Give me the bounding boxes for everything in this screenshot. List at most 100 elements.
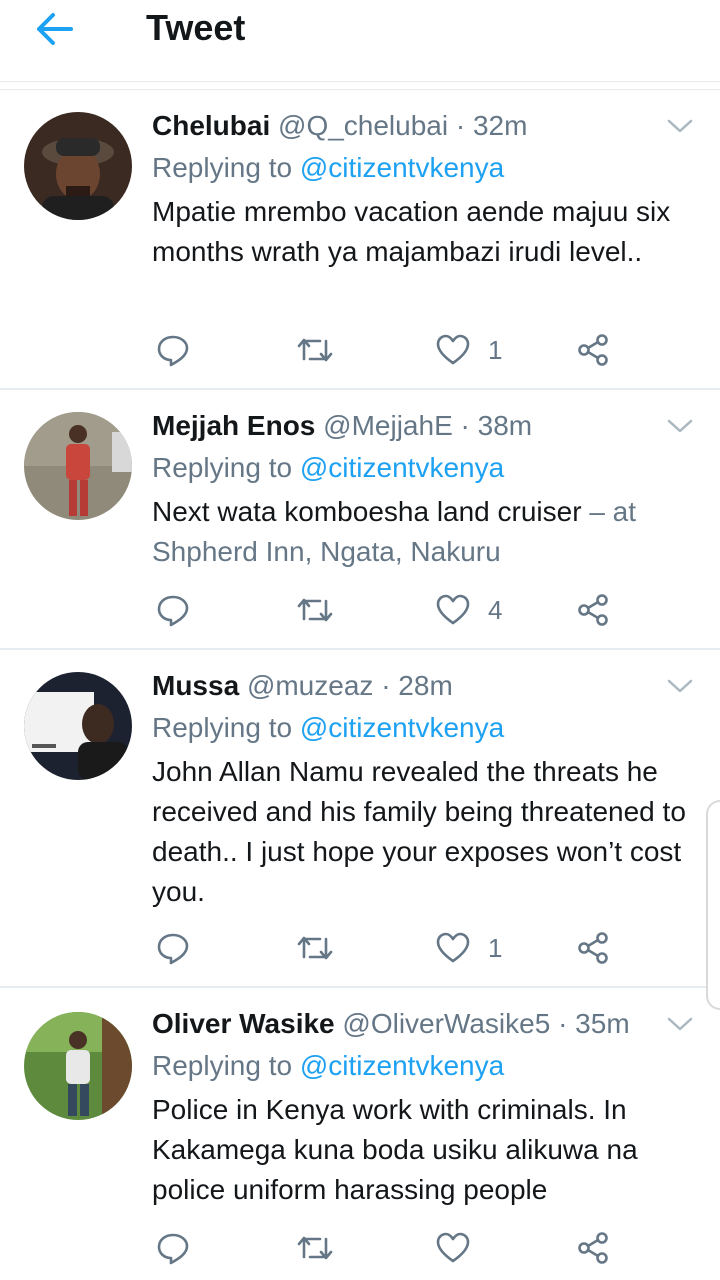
replying-to: Replying to @citizentvkenya <box>152 148 700 188</box>
separator: · <box>460 410 470 441</box>
reply-button[interactable] <box>156 1226 190 1270</box>
tweet-item[interactable]: Mussa @muzeaz · 28m Replying to @citizen… <box>0 650 720 988</box>
avatar[interactable] <box>24 412 132 520</box>
replying-label: Replying to <box>152 152 293 183</box>
tweet-menu-button[interactable] <box>664 670 696 702</box>
retweet-button[interactable] <box>296 926 334 970</box>
share-button[interactable] <box>576 588 610 632</box>
tweet-item[interactable]: Oliver Wasike @OliverWasike5 · 35m Reply… <box>0 988 720 1280</box>
tweet-meta: Mejjah Enos @MejjahE · 38m <box>152 406 680 446</box>
replying-label: Replying to <box>152 1050 293 1081</box>
like-icon <box>436 1232 470 1263</box>
reply-button[interactable] <box>156 328 190 372</box>
separator: · <box>558 1008 568 1039</box>
replying-label: Replying to <box>152 452 293 483</box>
tweet-text-content: Next wata komboesha land cruiser <box>152 496 582 527</box>
reply-mention-link[interactable]: @citizentvkenya <box>300 452 504 483</box>
tweet-menu-button[interactable] <box>664 1008 696 1040</box>
replying-label: Replying to <box>152 712 293 743</box>
tweet-actions: 1 <box>152 328 632 372</box>
like-count: 1 <box>488 932 503 963</box>
timestamp: 32m <box>472 110 528 141</box>
reply-mention-link[interactable]: @citizentvkenya <box>300 712 504 743</box>
reply-icon <box>157 1233 189 1265</box>
tweet-item[interactable]: Mejjah Enos @MejjahE · 38m Replying to @… <box>0 390 720 650</box>
header-divider <box>0 82 720 90</box>
username[interactable]: @MejjahE <box>323 410 453 441</box>
tweet-text-content: John Allan Namu revealed the threats he … <box>152 756 686 907</box>
share-button[interactable] <box>576 1226 610 1270</box>
tweet-menu-button[interactable] <box>664 410 696 442</box>
tweet-text: Next wata komboesha land cruiser – at Sh… <box>152 492 700 572</box>
separator: · <box>455 110 466 141</box>
like-icon <box>436 932 470 963</box>
arrow-left-icon <box>37 13 73 45</box>
tweet-text: Police in Kenya work with criminals. In … <box>152 1090 700 1210</box>
tweet-menu-button[interactable] <box>664 110 696 142</box>
retweet-icon <box>297 598 333 622</box>
chevron-down-icon <box>667 679 693 693</box>
tweet-text: John Allan Namu revealed the threats he … <box>152 752 700 912</box>
chevron-down-icon <box>667 419 693 433</box>
like-button[interactable]: 4 <box>436 588 502 632</box>
scroll-handle[interactable] <box>706 800 720 1010</box>
retweet-button[interactable] <box>296 328 334 372</box>
share-button[interactable] <box>576 926 610 970</box>
share-icon <box>578 334 608 366</box>
avatar[interactable] <box>24 672 132 780</box>
tweet-text: Mpatie mrembo vacation aende majuu six m… <box>152 192 700 272</box>
retweet-icon <box>297 338 333 362</box>
username[interactable]: @OliverWasike5 <box>342 1008 550 1039</box>
tweet-text-content: Police in Kenya work with criminals. In … <box>152 1094 638 1205</box>
tweet-text-content: Mpatie mrembo vacation aende majuu six m… <box>152 196 671 267</box>
tweet-actions <box>152 1226 632 1270</box>
username[interactable]: @muzeaz <box>247 670 373 701</box>
username[interactable]: @Q_chelubai <box>278 110 448 141</box>
tweet-actions: 4 <box>152 588 632 632</box>
reply-icon <box>157 335 189 367</box>
reply-mention-link[interactable]: @citizentvkenya <box>300 1050 504 1081</box>
share-icon <box>578 594 608 626</box>
avatar[interactable] <box>24 112 132 220</box>
tweet-actions: 1 <box>152 926 632 970</box>
separator: · <box>381 670 391 701</box>
retweet-button[interactable] <box>296 1226 334 1270</box>
retweet-button[interactable] <box>296 588 334 632</box>
reply-icon <box>157 595 189 627</box>
replying-to: Replying to @citizentvkenya <box>152 448 700 488</box>
reply-button[interactable] <box>156 926 190 970</box>
timestamp: 28m <box>398 670 453 701</box>
share-icon <box>578 932 608 964</box>
timestamp: 38m <box>477 410 533 441</box>
like-count: 1 <box>488 334 503 365</box>
like-icon <box>436 594 470 625</box>
like-button[interactable] <box>436 1226 488 1270</box>
reply-icon <box>157 933 189 965</box>
page-title: Tweet <box>146 7 246 48</box>
like-button[interactable]: 1 <box>436 926 502 970</box>
timestamp: 35m <box>575 1008 630 1039</box>
replying-to: Replying to @citizentvkenya <box>152 1046 700 1086</box>
tweet-item[interactable]: Chelubai @Q_chelubai · 32m Replying to @… <box>0 92 720 390</box>
like-icon <box>436 334 470 365</box>
reply-mention-link[interactable]: @citizentvkenya <box>300 152 504 183</box>
chevron-down-icon <box>667 119 693 133</box>
retweet-icon <box>297 936 333 960</box>
display-name[interactable]: Chelubai <box>152 110 270 141</box>
share-button[interactable] <box>576 328 610 372</box>
like-button[interactable]: 1 <box>436 328 502 372</box>
display-name[interactable]: Mejjah Enos <box>152 410 315 441</box>
tweet-meta: Mussa @muzeaz · 28m <box>152 666 680 706</box>
replying-to: Replying to @citizentvkenya <box>152 708 700 748</box>
display-name[interactable]: Mussa <box>152 670 239 701</box>
top-app-bar: Tweet <box>0 0 720 82</box>
retweet-icon <box>297 1236 333 1260</box>
display-name[interactable]: Oliver Wasike <box>152 1008 335 1039</box>
share-icon <box>578 1232 608 1264</box>
reply-button[interactable] <box>156 588 190 632</box>
chevron-down-icon <box>667 1017 693 1031</box>
tweet-meta: Oliver Wasike @OliverWasike5 · 35m <box>152 1004 680 1044</box>
avatar[interactable] <box>24 1012 132 1120</box>
back-button[interactable] <box>26 6 84 52</box>
tweet-meta: Chelubai @Q_chelubai · 32m <box>152 106 680 146</box>
